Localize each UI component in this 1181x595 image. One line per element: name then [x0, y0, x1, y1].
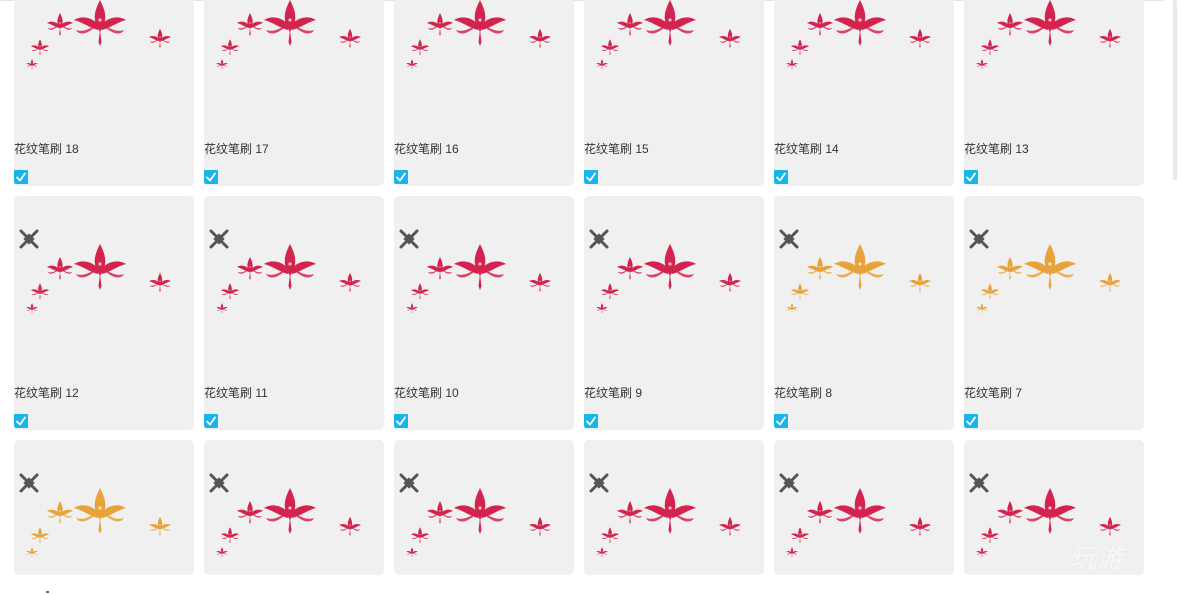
- checkmark-icon: [776, 416, 786, 426]
- brush-checkbox[interactable]: [394, 414, 408, 428]
- checkmark-icon: [396, 416, 406, 426]
- brush-name: 花纹笔刷 17: [204, 142, 269, 156]
- brush-card[interactable]: 花纹笔刷 10: [394, 196, 574, 430]
- brush-preview: [204, 440, 384, 575]
- brush-name: 花纹笔刷 14: [774, 142, 839, 156]
- brush-card[interactable]: [774, 440, 954, 575]
- scrollbar[interactable]: [1163, 0, 1181, 595]
- brush-preview: [774, 196, 954, 331]
- checkmark-icon: [16, 416, 26, 426]
- brush-checkbox[interactable]: [204, 414, 218, 428]
- brush-card[interactable]: 花纹笔刷 7: [964, 196, 1144, 430]
- scrollbar-thumb[interactable]: [1173, 0, 1177, 180]
- brush-preview: [14, 196, 194, 331]
- brush-preview: [584, 0, 764, 87]
- brush-preview: [584, 196, 764, 331]
- brush-card[interactable]: 花纹笔刷 13: [964, 0, 1144, 186]
- brush-checkbox[interactable]: [774, 170, 788, 184]
- checkmark-icon: [206, 172, 216, 182]
- brush-card[interactable]: 花纹笔刷 14: [774, 0, 954, 186]
- brush-grid: 花纹笔刷 18 花纹笔刷 17 花纹笔刷 16 花纹笔刷 15 花纹笔刷 14 …: [0, 0, 1160, 595]
- brush-preview: [14, 440, 194, 575]
- brush-card[interactable]: [204, 440, 384, 575]
- brush-card[interactable]: 花纹笔刷 15: [584, 0, 764, 186]
- brush-preview: [204, 196, 384, 331]
- site-watermark: 玩游: [1070, 543, 1125, 573]
- brush-checkbox[interactable]: [14, 414, 28, 428]
- brush-name: 花纹笔刷 7: [964, 386, 1023, 400]
- brush-card[interactable]: 花纹笔刷 17: [204, 0, 384, 186]
- brush-name: 花纹笔刷 10: [394, 386, 459, 400]
- brush-card[interactable]: [394, 440, 574, 575]
- brush-preview: [14, 0, 194, 87]
- brush-name: 花纹笔刷 11: [204, 386, 268, 400]
- brush-checkbox[interactable]: [204, 170, 218, 184]
- brush-name: 花纹笔刷 18: [14, 142, 79, 156]
- brush-preview: [774, 440, 954, 575]
- brush-card[interactable]: 花纹笔刷 16: [394, 0, 574, 186]
- brush-name: 花纹笔刷 16: [394, 142, 459, 156]
- checkmark-icon: [396, 172, 406, 182]
- brush-preview: [774, 0, 954, 87]
- checkmark-icon: [776, 172, 786, 182]
- brush-checkbox[interactable]: [394, 170, 408, 184]
- brush-name: 花纹笔刷 13: [964, 142, 1029, 156]
- brush-checkbox[interactable]: [964, 414, 978, 428]
- brush-preview: [394, 196, 574, 331]
- brush-preview: [584, 440, 764, 575]
- checkmark-icon: [586, 172, 596, 182]
- brush-name: 花纹笔刷 9: [584, 386, 643, 400]
- brush-checkbox[interactable]: [964, 170, 978, 184]
- brush-name: 花纹笔刷 12: [14, 386, 79, 400]
- brush-checkbox[interactable]: [774, 414, 788, 428]
- brush-card[interactable]: 花纹笔刷 12: [14, 196, 194, 430]
- brush-preview: [394, 0, 574, 87]
- brush-name: 花纹笔刷 15: [584, 142, 649, 156]
- brush-card[interactable]: [584, 440, 764, 575]
- brush-preview: [204, 0, 384, 87]
- brush-preview: [964, 196, 1144, 331]
- brush-checkbox[interactable]: [14, 170, 28, 184]
- brush-name: 花纹笔刷 8: [774, 386, 833, 400]
- brush-preview: [394, 440, 574, 575]
- checkmark-icon: [966, 416, 976, 426]
- brush-card[interactable]: 花纹笔刷 18: [14, 0, 194, 186]
- brush-preview: [964, 0, 1144, 87]
- brush-card[interactable]: [14, 440, 194, 575]
- brush-checkbox[interactable]: [584, 170, 598, 184]
- brush-card[interactable]: 花纹笔刷 11: [204, 196, 384, 430]
- brush-checkbox[interactable]: [584, 414, 598, 428]
- bottom-text-fragment: [46, 591, 49, 593]
- brush-card[interactable]: 花纹笔刷 8: [774, 196, 954, 430]
- brush-card[interactable]: 花纹笔刷 9: [584, 196, 764, 430]
- checkmark-icon: [16, 172, 26, 182]
- checkmark-icon: [206, 416, 216, 426]
- checkmark-icon: [586, 416, 596, 426]
- checkmark-icon: [966, 172, 976, 182]
